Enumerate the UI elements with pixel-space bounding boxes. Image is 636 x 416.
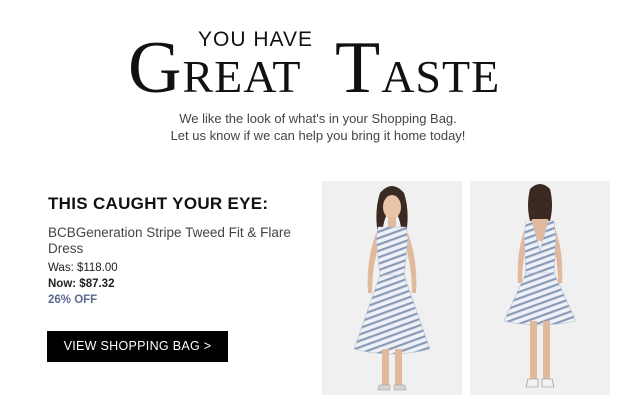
dress-front-photo-icon [353, 186, 431, 391]
intro-text: We like the look of what's in your Shopp… [0, 110, 636, 144]
product-name-link[interactable]: BCBGeneration Stripe Tweed Fit & Flare D… [48, 225, 313, 257]
section-heading: THIS CAUGHT YOUR EYE: [48, 194, 269, 213]
view-shopping-bag-button[interactable]: VIEW SHOPPING BAG > [47, 331, 228, 362]
product-image-front[interactable] [322, 181, 462, 395]
intro-line-2: Let us know if we can help you bring it … [170, 128, 466, 143]
discount-badge: 26% OFF [48, 294, 98, 306]
hero-word-great: GREAT [128, 27, 302, 109]
hero-headline: YOU HAVE GREAT TASTE [0, 18, 636, 108]
dress-back-photo-icon [503, 184, 577, 388]
hero-word-taste: TASTE [335, 27, 501, 109]
intro-line-1: We like the look of what's in your Shopp… [179, 111, 457, 126]
price-now: Now: $87.32 [48, 278, 115, 290]
product-image-back[interactable] [470, 181, 610, 395]
price-was: Was: $118.00 [48, 262, 118, 274]
